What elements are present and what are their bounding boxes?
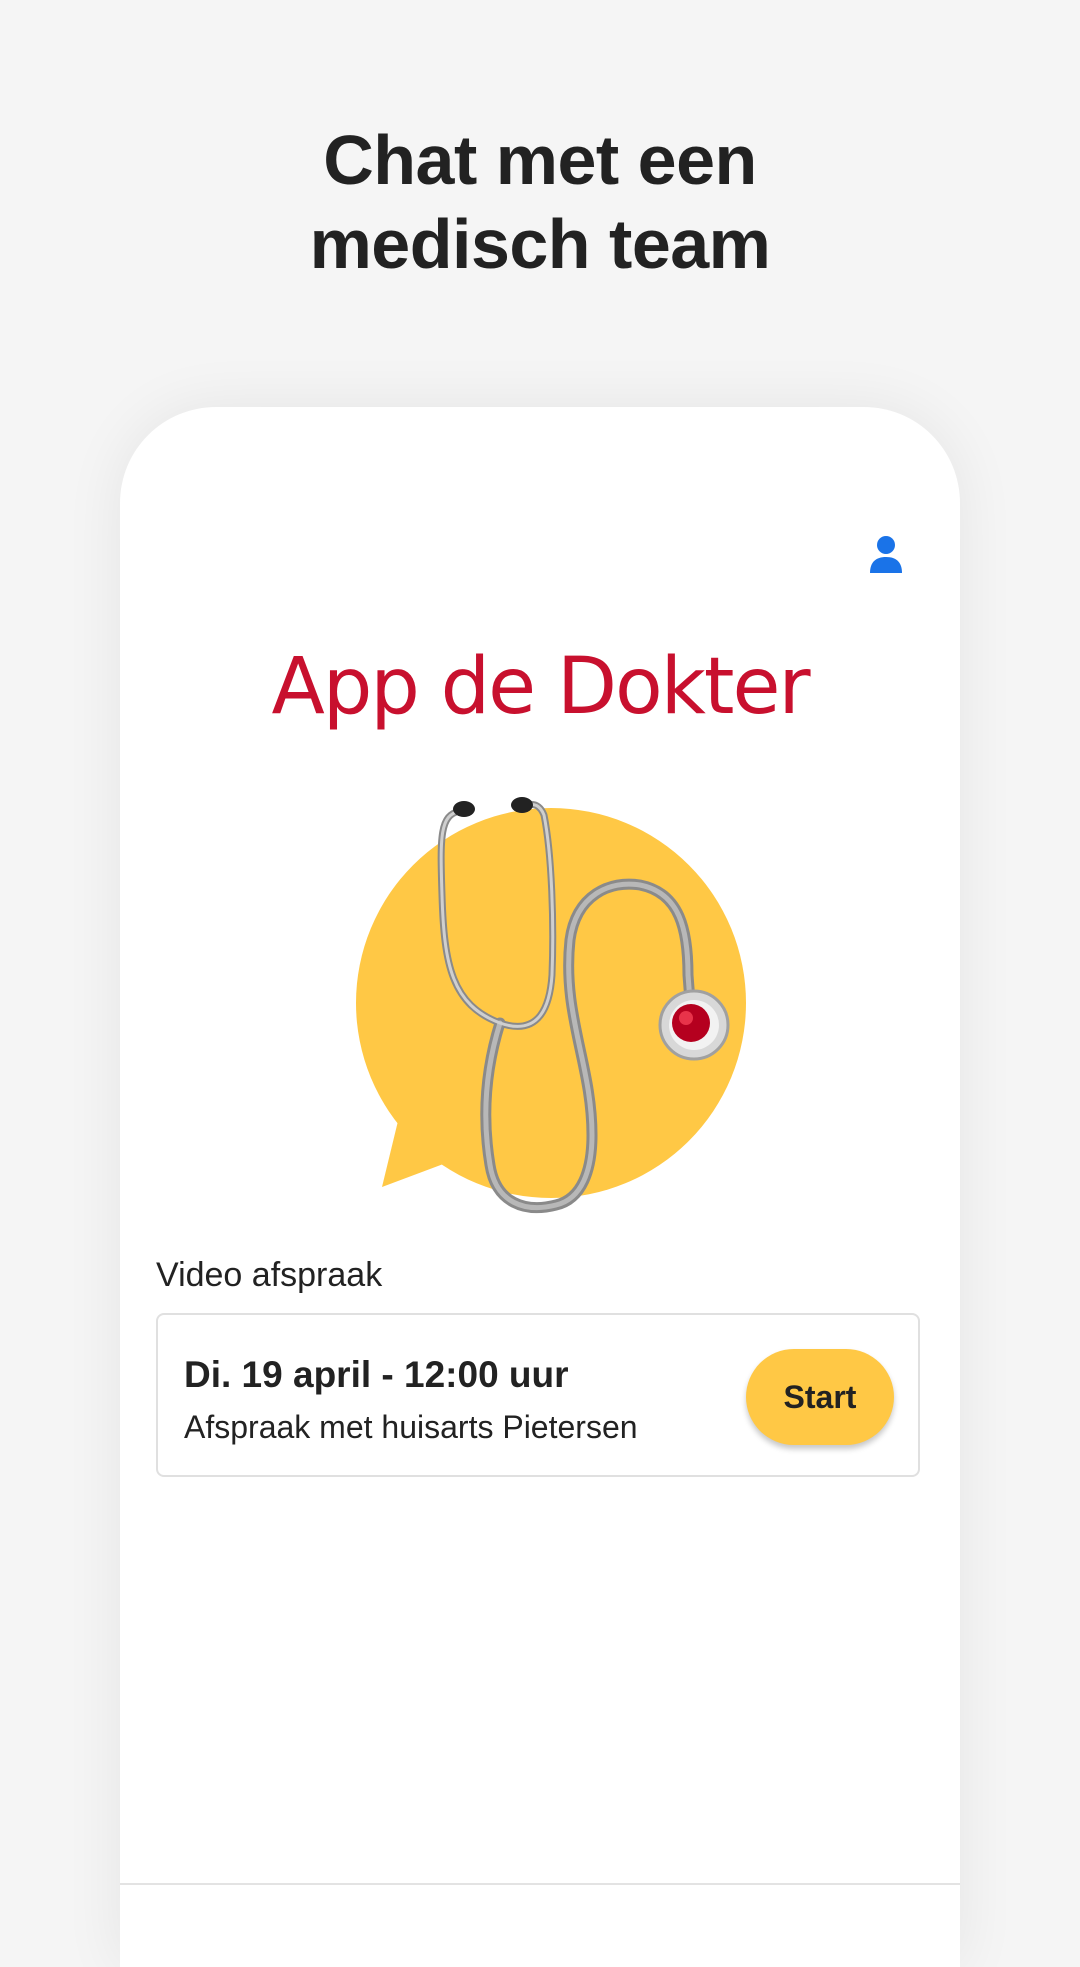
start-appointment-button[interactable]: Start: [746, 1349, 894, 1445]
app-title: App de Dokter: [271, 642, 810, 732]
stethoscope-speech-bubble-icon: [356, 797, 746, 1214]
video-appointment-label: Video afspraak: [156, 1256, 383, 1294]
appointment-date: Di. 19 april - 12:00 uur: [184, 1354, 569, 1395]
profile-button[interactable]: [862, 531, 910, 579]
phone-screen: App de Dokter Video afspraak Di. 19 apri…: [120, 407, 960, 1967]
bottom-divider: [120, 1883, 960, 1885]
page-headline: Chat met een medisch team: [0, 118, 1080, 286]
headline-line-2: medisch team: [309, 205, 771, 283]
headline-line-1: Chat met een: [323, 121, 757, 199]
user-icon: [870, 536, 902, 573]
appointment-card[interactable]: Di. 19 april - 12:00 uur Afspraak met hu…: [156, 1313, 920, 1477]
appointment-description: Afspraak met huisarts Pietersen: [184, 1409, 638, 1445]
